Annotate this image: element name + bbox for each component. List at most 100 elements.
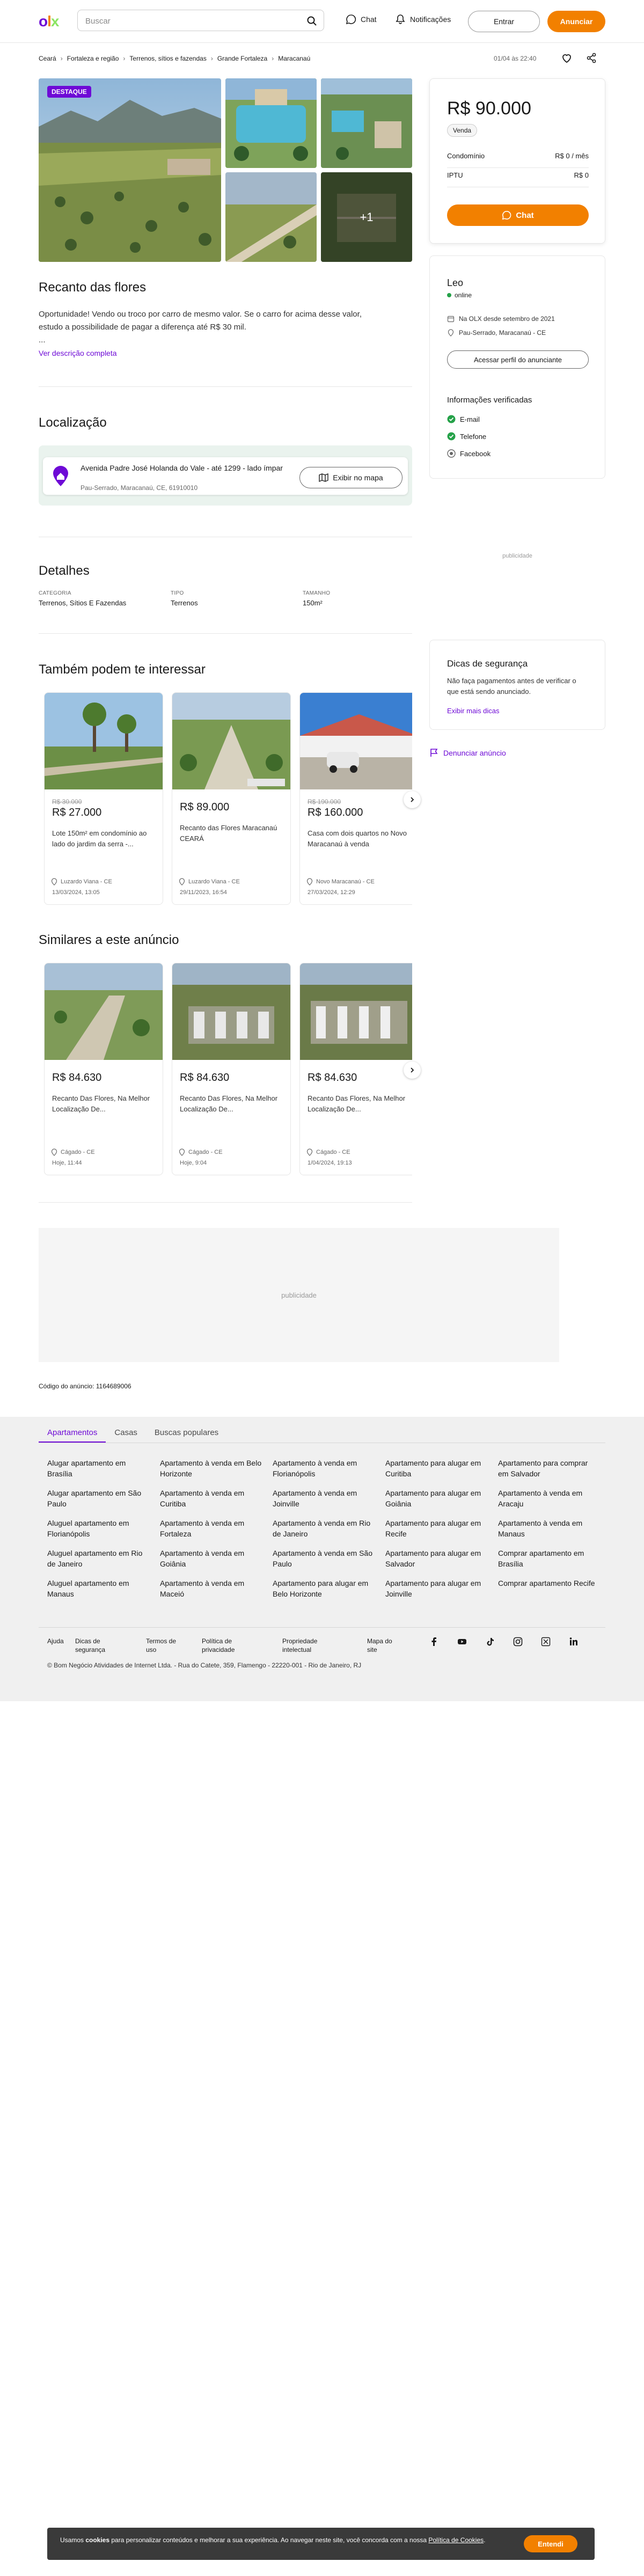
thumb-photo[interactable]: +1 [321, 172, 412, 262]
more-tips-link[interactable]: Exibir mais dicas [447, 707, 500, 715]
seller-profile-button[interactable]: Acessar perfil do anunciante [447, 350, 589, 369]
breadcrumb-item[interactable]: Ceará [39, 55, 56, 62]
search-icon[interactable] [306, 16, 317, 26]
location-pin-icon [306, 1148, 313, 1156]
footer-link[interactable]: Aluguel apartamento em Florianópolis [47, 1518, 149, 1539]
footer-link[interactable]: Alugar apartamento em São Paulo [47, 1488, 149, 1509]
listing-price: R$ 160.000 [308, 807, 363, 818]
footer-link[interactable]: Comprar apartamento em Brasília [498, 1548, 600, 1569]
chat-button-label: Chat [516, 210, 534, 220]
footer-link[interactable]: Apartamento para alugar em Belo Horizont… [273, 1578, 375, 1599]
show-map-button[interactable]: Exibir no mapa [299, 467, 402, 488]
footer-link[interactable]: Apartamento à venda em Fortaleza [160, 1518, 262, 1539]
footer-link-ip[interactable]: Propriedade intelectual [282, 1637, 331, 1654]
footer-link[interactable]: Apartamento à venda em Rio de Janeiro [273, 1518, 375, 1539]
footer-link-safety[interactable]: Dicas de segurança [75, 1637, 113, 1654]
search-input[interactable] [85, 15, 300, 27]
listing-location: Luzardo Viana - CE [61, 879, 112, 885]
footer-tab-casas[interactable]: Casas [106, 1423, 146, 1443]
footer-link-privacy[interactable]: Política de privacidade [202, 1637, 250, 1654]
main-photo[interactable]: DESTAQUE [39, 78, 221, 262]
instagram-icon[interactable] [513, 1637, 523, 1646]
facebook-icon[interactable] [429, 1637, 439, 1646]
footer-link-terms[interactable]: Termos de uso [146, 1637, 184, 1654]
footer-link[interactable]: Apartamento à venda em São Paulo [273, 1548, 375, 1569]
heart-icon[interactable] [560, 52, 573, 64]
footer-link[interactable]: Aluguel apartamento em Manaus [47, 1578, 149, 1599]
post-ad-button[interactable]: Anunciar [547, 11, 605, 32]
login-button[interactable]: Entrar [468, 11, 540, 32]
listing-card[interactable]: R$ 84.630 Recanto Das Flores, Na Melhor … [299, 963, 412, 1175]
share-icon[interactable] [585, 52, 598, 64]
listing-card[interactable]: R$ 190.000 R$ 160.000 Casa com dois quar… [299, 692, 412, 905]
footer-link-help[interactable]: Ajuda [47, 1637, 74, 1645]
verified-label: Facebook [460, 449, 491, 458]
thumb-photo[interactable] [225, 172, 317, 262]
footer-link[interactable]: Apartamento à venda em Joinville [273, 1488, 375, 1509]
footer-link[interactable]: Comprar apartamento Recife [498, 1578, 600, 1589]
listing-card[interactable]: R$ 84.630 Recanto Das Flores, Na Melhor … [172, 963, 291, 1175]
cookie-policy-link[interactable]: Política de Cookies [428, 2536, 484, 2544]
linkedin-icon[interactable] [569, 1637, 579, 1646]
verified-item: E-mail [447, 415, 480, 423]
olx-logo[interactable]: olx [39, 13, 69, 30]
thumb-photo[interactable] [321, 78, 412, 168]
carousel-next-button[interactable] [404, 791, 421, 808]
footer-link[interactable]: Apartamento para comprar em Salvador [498, 1458, 600, 1479]
listing-price: R$ 27.000 [52, 807, 102, 818]
location-info: Avenida Padre José Holanda do Vale - até… [43, 457, 408, 495]
breadcrumb-item[interactable]: Grande Fortaleza [217, 55, 267, 62]
listing-photo [172, 963, 290, 1060]
breadcrumb-item[interactable]: Maracanaú [278, 55, 310, 62]
youtube-icon[interactable] [457, 1637, 467, 1646]
footer-link[interactable]: Apartamento para alugar em Salvador [385, 1548, 487, 1569]
see-full-description-link[interactable]: Ver descrição completa [39, 349, 117, 357]
more-photos-overlay[interactable]: +1 [321, 172, 412, 262]
footer-link[interactable]: Apartamento à venda em Maceió [160, 1578, 262, 1599]
footer-link[interactable]: Apartamento à venda em Manaus [498, 1518, 600, 1539]
cookie-accept-button[interactable]: Entendi [524, 2535, 577, 2552]
ad-code: Código do anúncio: 1164689006 [39, 1382, 131, 1390]
tiktok-icon[interactable] [485, 1637, 495, 1646]
listing-location: Luzardo Viana - CE [188, 879, 240, 885]
footer-link[interactable]: Alugar apartamento em Brasília [47, 1458, 149, 1479]
thumb-photo[interactable] [225, 78, 317, 168]
listing-card[interactable]: R$ 30.000 R$ 27.000 Lote 150m² em condom… [44, 692, 163, 905]
carousel-next-button[interactable] [404, 1062, 421, 1079]
bell-icon [395, 14, 406, 25]
listing-card[interactable]: R$ 89.000 Recanto das Flores Maracanaú C… [172, 692, 291, 905]
footer-link[interactable]: Apartamento à venda em Aracaju [498, 1488, 600, 1509]
chat-link[interactable]: Chat [346, 14, 377, 25]
footer-link[interactable]: Apartamento para alugar em Goiânia [385, 1488, 487, 1509]
detail-value: Terrenos [171, 599, 198, 607]
listing-card[interactable]: R$ 84.630 Recanto Das Flores, Na Melhor … [44, 963, 163, 1175]
footer-link[interactable]: Apartamento à venda em Belo Horizonte [160, 1458, 262, 1479]
chat-label: Chat [361, 15, 377, 24]
chevron-right-icon: › [123, 55, 126, 62]
chat-button[interactable]: Chat [447, 204, 589, 226]
iptu-value: R$ 0 [574, 171, 589, 179]
footer-link[interactable]: Apartamento à venda em Florianópolis [273, 1458, 375, 1479]
ad-banner: publicidade [39, 1228, 559, 1362]
breadcrumb-item[interactable]: Fortaleza e região [67, 55, 119, 62]
listing-photo [172, 693, 290, 789]
footer-link[interactable]: Apartamento à venda em Curitiba [160, 1488, 262, 1509]
footer-tab-apartamentos[interactable]: Apartamentos [39, 1423, 106, 1443]
footer-link[interactable]: Apartamento para alugar em Curitiba [385, 1458, 487, 1479]
footer-link[interactable]: Aluguel apartamento em Rio de Janeiro [47, 1548, 149, 1569]
featured-badge: DESTAQUE [47, 86, 91, 98]
footer-link[interactable]: Apartamento para alugar em Joinville [385, 1578, 487, 1599]
report-ad-link[interactable]: Denunciar anúncio [429, 748, 506, 758]
listing-title: Recanto das flores [39, 280, 147, 295]
breadcrumb-item[interactable]: Terrenos, sítios e fazendas [129, 55, 206, 62]
notifications-link[interactable]: Notificações [395, 14, 451, 25]
seller-since-label: Na OLX desde setembro de 2021 [459, 315, 555, 323]
footer-link-sitemap[interactable]: Mapa do site [367, 1637, 399, 1654]
published-date: 01/04 às 22:40 [494, 55, 537, 62]
verified-item: Telefone [447, 432, 486, 441]
x-twitter-icon[interactable] [541, 1637, 551, 1646]
footer-link[interactable]: Apartamento à venda em Goiânia [160, 1548, 262, 1569]
footer-link[interactable]: Apartamento para alugar em Recife [385, 1518, 487, 1539]
detail-value: Terrenos, Sítios E Fazendas [39, 599, 127, 607]
footer-tab-buscas[interactable]: Buscas populares [146, 1423, 227, 1443]
